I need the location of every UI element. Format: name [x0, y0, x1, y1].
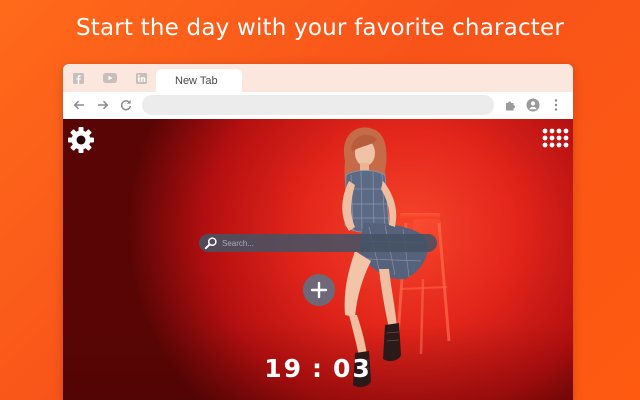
- youtube-icon[interactable]: [103, 73, 117, 83]
- clock: 19:03: [63, 354, 573, 383]
- search-icon[interactable]: [204, 236, 218, 250]
- search-bar: [199, 234, 437, 252]
- plus-icon: [310, 281, 328, 299]
- search-input[interactable]: [222, 235, 427, 251]
- clock-minutes: 03: [333, 354, 372, 383]
- add-shortcut-button[interactable]: [303, 274, 335, 306]
- tab-strip: New Tab: [63, 64, 573, 92]
- tab-title: New Tab: [175, 75, 218, 87]
- address-bar[interactable]: [142, 95, 494, 115]
- reload-icon[interactable]: [118, 97, 134, 113]
- apps-grid-icon[interactable]: [540, 126, 570, 156]
- new-tab-page: 19:03: [63, 119, 573, 400]
- forward-arrow-icon[interactable]: [95, 97, 111, 113]
- menu-dots-icon[interactable]: [553, 98, 559, 112]
- browser-window: New Tab Search... 19: 03: [63, 64, 573, 400]
- tab-new-tab[interactable]: New Tab: [156, 69, 242, 92]
- linkedin-icon[interactable]: [136, 73, 147, 84]
- clock-hours: 19: [264, 354, 303, 383]
- gear-icon[interactable]: [66, 125, 96, 155]
- headline: Start the day with your favorite charact…: [75, 15, 565, 41]
- clock-separator: :: [312, 354, 324, 383]
- profile-icon[interactable]: [526, 98, 540, 112]
- facebook-icon[interactable]: [73, 73, 84, 84]
- browser-toolbar: [63, 92, 573, 119]
- back-arrow-icon[interactable]: [71, 97, 87, 113]
- extensions-icon[interactable]: [504, 98, 518, 112]
